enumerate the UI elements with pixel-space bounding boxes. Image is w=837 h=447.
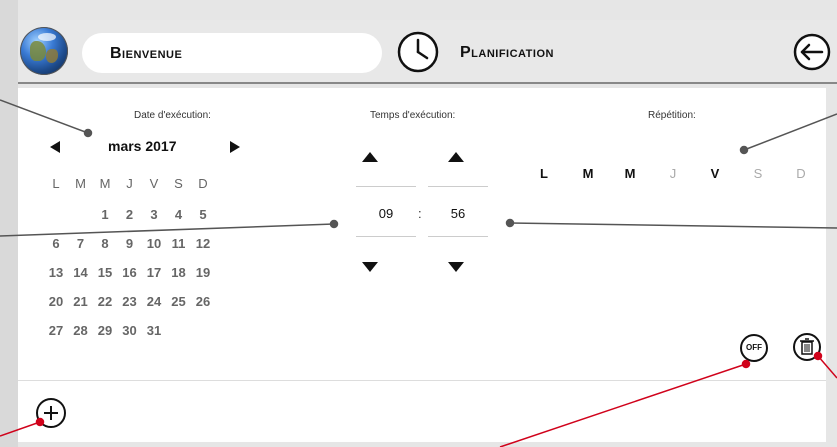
- calendar-weekday: L: [52, 176, 60, 191]
- time-label: Temps d'exécution:: [370, 110, 456, 121]
- right-strip: [826, 88, 837, 442]
- calendar-day[interactable]: 1: [93, 207, 117, 222]
- calendar-weekday: M: [75, 176, 86, 191]
- minute-down-icon[interactable]: [448, 262, 464, 272]
- minute-up-icon[interactable]: [448, 152, 464, 162]
- repetition-day-toggle[interactable]: D: [791, 166, 811, 181]
- calendar-day[interactable]: 4: [167, 207, 191, 222]
- trash-icon[interactable]: [792, 332, 822, 362]
- calendar-weekday: S: [174, 176, 183, 191]
- calendar-day[interactable]: 19: [191, 265, 215, 280]
- calendar-day[interactable]: 13: [44, 265, 68, 280]
- calendar-day[interactable]: 21: [69, 294, 93, 309]
- calendar-day[interactable]: 9: [118, 236, 142, 251]
- footer-divider: [18, 380, 837, 381]
- minute-top-line: [428, 186, 488, 187]
- next-month-icon[interactable]: [230, 141, 240, 153]
- calendar-day[interactable]: 7: [69, 236, 93, 251]
- globe-icon[interactable]: [20, 27, 68, 75]
- calendar-day[interactable]: 8: [93, 236, 117, 251]
- add-schedule-button[interactable]: [36, 398, 66, 428]
- calendar-day[interactable]: 15: [93, 265, 117, 280]
- hour-down-icon[interactable]: [362, 262, 378, 272]
- calendar-day[interactable]: 27: [44, 323, 68, 338]
- repetition-day-toggle[interactable]: V: [705, 166, 725, 181]
- hour-value[interactable]: 09: [358, 206, 414, 221]
- clock-icon: [397, 31, 439, 73]
- page-title: Planification: [460, 44, 554, 61]
- calendar-day[interactable]: 20: [44, 294, 68, 309]
- calendar-day[interactable]: 28: [69, 323, 93, 338]
- month-label: mars 2017: [108, 138, 177, 154]
- calendar-day[interactable]: 2: [118, 207, 142, 222]
- calendar-day[interactable]: 5: [191, 207, 215, 222]
- calendar-day[interactable]: 22: [93, 294, 117, 309]
- repetition-day-toggle[interactable]: M: [578, 166, 598, 181]
- repetition-day-toggle[interactable]: M: [620, 166, 640, 181]
- calendar-day[interactable]: 29: [93, 323, 117, 338]
- repetition-day-toggle[interactable]: S: [748, 166, 768, 181]
- calendar-weekday: V: [149, 176, 159, 191]
- welcome-label: Bienvenue: [110, 45, 183, 62]
- calendar-day[interactable]: 11: [167, 236, 191, 251]
- calendar-day[interactable]: 24: [142, 294, 166, 309]
- calendar-day[interactable]: 25: [167, 294, 191, 309]
- time-separator: :: [418, 206, 422, 221]
- hour-bottom-line: [356, 236, 416, 237]
- calendar-day[interactable]: 10: [142, 236, 166, 251]
- hour-up-icon[interactable]: [362, 152, 378, 162]
- calendar-weekday: D: [198, 176, 208, 191]
- calendar-weekday: M: [99, 176, 111, 191]
- calendar-day[interactable]: 16: [118, 265, 142, 280]
- calendar-day[interactable]: 17: [142, 265, 166, 280]
- repetition-day-toggle[interactable]: J: [663, 166, 683, 181]
- off-toggle-label: OFF: [746, 343, 762, 352]
- calendar-day[interactable]: 30: [118, 323, 142, 338]
- welcome-button[interactable]: Bienvenue: [82, 33, 382, 73]
- calendar-day[interactable]: 26: [191, 294, 215, 309]
- calendar-day[interactable]: 3: [142, 207, 166, 222]
- header-bar: Bienvenue Planification: [18, 20, 837, 84]
- prev-month-icon[interactable]: [50, 141, 60, 153]
- date-label: Date d'exécution:: [134, 110, 211, 121]
- calendar-day[interactable]: 23: [118, 294, 142, 309]
- back-arrow-icon[interactable]: [792, 32, 832, 72]
- off-toggle-button[interactable]: OFF: [740, 334, 768, 362]
- repetition-day-toggle[interactable]: L: [534, 166, 554, 181]
- hour-top-line: [356, 186, 416, 187]
- repetition-label: Répétition:: [648, 110, 696, 121]
- calendar-day[interactable]: 31: [142, 323, 166, 338]
- minute-bottom-line: [428, 236, 488, 237]
- calendar-day[interactable]: 18: [167, 265, 191, 280]
- calendar-day[interactable]: 6: [44, 236, 68, 251]
- calendar-day[interactable]: 12: [191, 236, 215, 251]
- month-selector: mars 2017: [50, 138, 250, 156]
- minute-value[interactable]: 56: [430, 206, 486, 221]
- calendar-weekday: J: [126, 176, 133, 191]
- calendar-day[interactable]: 14: [69, 265, 93, 280]
